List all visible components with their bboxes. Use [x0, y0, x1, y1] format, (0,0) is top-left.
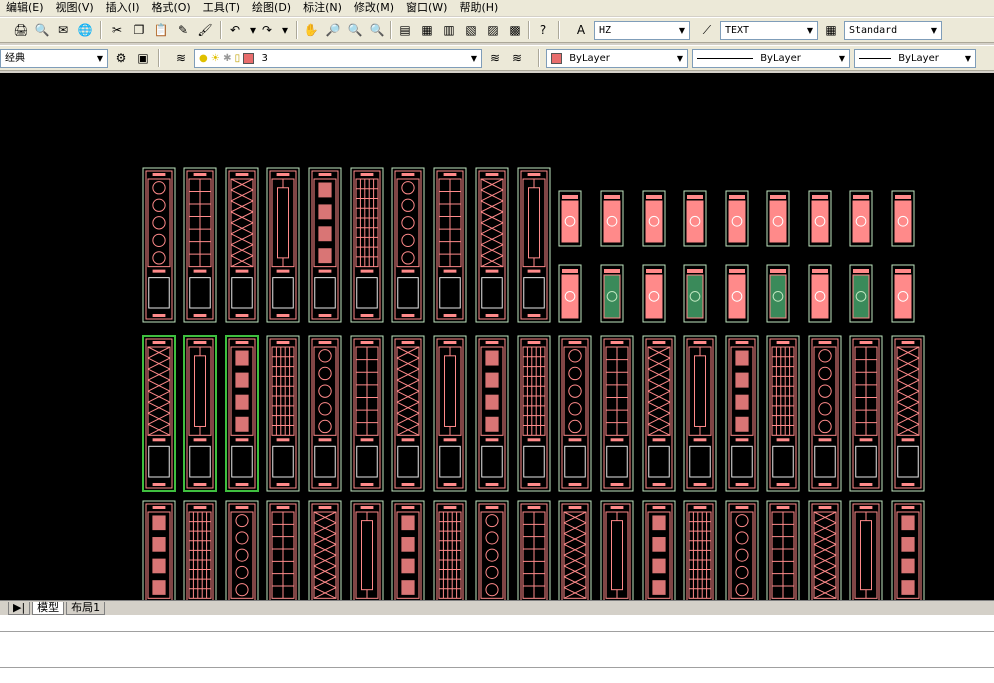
zoom-realtime-icon[interactable]: 🔎: [324, 21, 342, 39]
cut-icon[interactable]: ✂: [108, 21, 126, 39]
menu-edit[interactable]: 编辑(E): [0, 0, 50, 16]
chevron-down-icon: ▼: [678, 26, 686, 35]
menu-help[interactable]: 帮助(H): [453, 0, 504, 16]
linetype-sample: [697, 57, 753, 59]
chevron-down-icon: ▼: [838, 54, 846, 63]
menu-tools[interactable]: 工具(T): [197, 0, 246, 16]
menu-insert[interactable]: 插入(I): [100, 0, 146, 16]
print-icon[interactable]: 🖨: [12, 21, 30, 39]
tool-palettes-icon[interactable]: ▥: [440, 21, 458, 39]
text-style-value: HZ: [599, 25, 612, 36]
layout-tabs: ▶| 模型 布局1: [0, 600, 994, 615]
menu-view[interactable]: 视图(V): [50, 0, 100, 16]
lineweight-select[interactable]: ByLayer ▼: [854, 49, 976, 68]
color-select[interactable]: ByLayer ▼: [546, 49, 688, 68]
sheet-set-icon[interactable]: ▧: [462, 21, 480, 39]
color-value: ByLayer: [569, 53, 610, 64]
print-preview-icon[interactable]: 🔍: [33, 21, 51, 39]
workspace-select[interactable]: 经典 ▼: [0, 49, 108, 68]
workspace-save-icon[interactable]: ▣: [134, 49, 152, 67]
command-divider: [0, 667, 994, 668]
dim-style-select[interactable]: TEXT ▼: [720, 21, 818, 40]
color-swatch: [551, 52, 562, 64]
dim-style-icon[interactable]: ⟋: [698, 21, 716, 39]
menu-dimension[interactable]: 标注(N): [297, 0, 348, 16]
chevron-down-icon: ▼: [676, 54, 684, 63]
linetype-select[interactable]: ByLayer ▼: [692, 49, 850, 68]
chevron-down-icon: ▼: [930, 26, 938, 35]
table-style-value: Standard: [849, 25, 898, 36]
standard-toolbar: 🖨 🔍 ✉ 🌐 ✂ ❐ 📋 ✎ 🖌 ↶ ▾ ↷ ▾ ✋ 🔎 🔍 🔍 ▤ ▦ ▥ …: [0, 17, 994, 43]
tab-layout1[interactable]: 布局1: [66, 601, 106, 615]
layers-toolbar: 经典 ▼ ⚙ ▣ ≋ ● ☀ ✱ ▯ 3 ▼ ≋ ≋ ByLayer ▼ ByL…: [0, 45, 994, 71]
calculator-icon[interactable]: ▩: [506, 21, 524, 39]
linetype-value: ByLayer: [760, 53, 801, 64]
match-properties-icon[interactable]: ✎: [174, 21, 192, 39]
pan-icon[interactable]: ✋: [302, 21, 320, 39]
publish-icon[interactable]: ✉: [54, 21, 72, 39]
layer-value: 3: [261, 53, 268, 64]
menu-window[interactable]: 窗口(W): [400, 0, 453, 16]
lock-icon: ▯: [234, 53, 241, 64]
text-style-select[interactable]: HZ ▼: [594, 21, 690, 40]
lightbulb-icon: ●: [199, 53, 208, 64]
layer-manager-icon[interactable]: ≋: [172, 49, 190, 67]
chevron-down-icon: ▼: [96, 54, 104, 63]
chevron-down-icon: ▼: [470, 54, 478, 63]
cad-drawing: [142, 167, 925, 654]
dim-style-value: TEXT: [725, 25, 750, 36]
layer-select[interactable]: ● ☀ ✱ ▯ 3 ▼: [194, 49, 482, 68]
lineweight-value: ByLayer: [898, 53, 939, 64]
brush-icon[interactable]: 🖌: [196, 21, 214, 39]
menu-modify[interactable]: 修改(M): [348, 0, 400, 16]
sun-icon: ☀: [210, 53, 220, 64]
workspace-settings-icon[interactable]: ⚙: [112, 49, 130, 67]
layer-previous-icon[interactable]: ≋: [508, 49, 526, 67]
menu-format[interactable]: 格式(O): [145, 0, 196, 16]
help-icon[interactable]: ?: [534, 21, 552, 39]
layer-color-swatch: [243, 52, 255, 64]
redo-icon[interactable]: ↷: [258, 21, 276, 39]
workspace-value: 经典: [5, 53, 25, 64]
menu-bar: 编辑(E) 视图(V) 插入(I) 格式(O) 工具(T) 绘图(D) 标注(N…: [0, 0, 994, 16]
zoom-previous-icon[interactable]: 🔍: [368, 21, 386, 39]
undo-icon[interactable]: ↶: [226, 21, 244, 39]
chevron-down-icon: ▼: [806, 26, 814, 35]
freeze-icon: ✱: [223, 53, 232, 64]
command-window[interactable]: [0, 615, 994, 683]
table-style-icon[interactable]: ▦: [822, 21, 840, 39]
tab-nav-button[interactable]: ▶|: [8, 601, 31, 615]
design-center-icon[interactable]: ▦: [418, 21, 436, 39]
menu-draw[interactable]: 绘图(D): [246, 0, 297, 16]
drawing-canvas[interactable]: [0, 73, 994, 654]
properties-icon[interactable]: ▤: [396, 21, 414, 39]
tab-model[interactable]: 模型: [32, 601, 65, 615]
make-current-icon[interactable]: ≋: [486, 49, 504, 67]
redo-dropdown-icon[interactable]: ▾: [276, 21, 294, 39]
lineweight-sample: [859, 57, 891, 59]
table-style-select[interactable]: Standard ▼: [844, 21, 942, 40]
command-divider: [0, 631, 994, 632]
copy-icon[interactable]: ❐: [130, 21, 148, 39]
text-style-icon[interactable]: A: [572, 21, 590, 39]
web-icon[interactable]: 🌐: [76, 21, 94, 39]
chevron-down-icon: ▼: [964, 54, 972, 63]
paste-icon[interactable]: 📋: [152, 21, 170, 39]
zoom-window-icon[interactable]: 🔍: [346, 21, 364, 39]
markup-icon[interactable]: ▨: [484, 21, 502, 39]
